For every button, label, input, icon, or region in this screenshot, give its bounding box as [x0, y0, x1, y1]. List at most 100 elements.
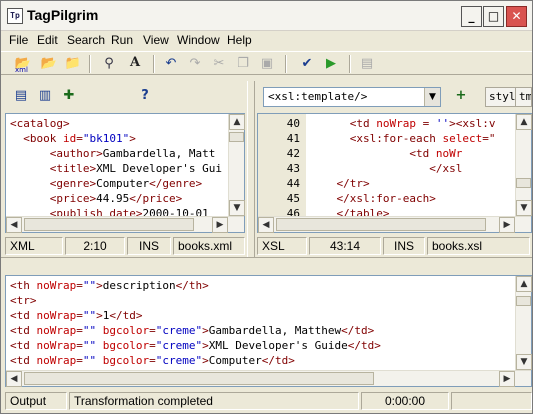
undo-icon[interactable]: ↶ — [161, 55, 181, 73]
code-line[interactable]: <catalog> — [10, 116, 228, 131]
xsl-horizontal-scrollbar[interactable]: ◀ ▶ — [258, 216, 531, 233]
code-line[interactable]: <publish_date>2000-10-01 — [10, 206, 228, 216]
menu-help[interactable]: Help — [227, 33, 252, 47]
code-line[interactable]: <td noWrap="" bgcolor="creme">Gambardell… — [10, 323, 510, 338]
scroll-left-icon[interactable]: ◀ — [258, 217, 274, 233]
copy-icon[interactable]: ❐ — [233, 55, 253, 73]
code-line[interactable]: <th noWrap="">description</th> — [10, 278, 510, 293]
code-token: noWrap — [36, 354, 77, 367]
menu-run[interactable]: Run — [111, 33, 133, 47]
output-vertical-scrollbar[interactable]: ▲ ▼ — [515, 276, 532, 370]
code-line[interactable]: <td noWrap="">1</td> — [10, 308, 510, 323]
scroll-right-icon[interactable]: ▶ — [212, 217, 228, 233]
code-line[interactable]: <author>Gambardella, Matt — [10, 146, 228, 161]
scroll-down-icon[interactable]: ▼ — [516, 200, 532, 216]
code-line[interactable]: <genre>Computer</genre> — [10, 176, 228, 191]
code-line[interactable]: <price>44.95</price> — [10, 191, 228, 206]
paste-icon[interactable]: ▣ — [257, 55, 277, 73]
title-bar[interactable]: Tp TagPilgrim _ □ ✕ — [1, 1, 532, 31]
run-icon[interactable]: ▶ — [321, 55, 341, 73]
code-line[interactable]: </table> — [310, 206, 508, 216]
redo-icon[interactable]: ↷ — [185, 55, 205, 73]
code-token: =" — [482, 132, 496, 145]
scroll-thumb[interactable] — [24, 218, 194, 231]
horizontal-splitter[interactable] — [1, 257, 532, 269]
template-button[interactable]: tm — [515, 87, 532, 107]
code-line[interactable]: <tr> — [10, 293, 510, 308]
cut-icon[interactable]: ✂ — [209, 55, 229, 73]
code-line[interactable]: <book id="bk101"> — [10, 131, 228, 146]
chevron-down-icon[interactable]: ▼ — [424, 88, 440, 106]
code-token: <td — [10, 309, 37, 322]
document-icon[interactable]: ▤ — [357, 55, 377, 73]
code-line[interactable]: <td noWrap = ''><xsl:v — [310, 116, 508, 131]
scroll-up-icon[interactable]: ▲ — [229, 114, 245, 130]
menu-search[interactable]: Search — [67, 33, 105, 47]
xsl-editor[interactable]: 40 41 42 43 44 45 46 <td noWrap = ''><xsl:v <x… — [257, 113, 532, 233]
scroll-down-icon[interactable]: ▼ — [516, 354, 532, 370]
template-select[interactable]: <xsl:template/> ▼ — [263, 87, 441, 107]
code-token: noWr — [435, 147, 463, 160]
vertical-splitter[interactable] — [247, 81, 255, 257]
status-message: Transformation completed — [69, 392, 359, 410]
code-line[interactable]: <xsl:for-each select=" — [310, 131, 508, 146]
menu-window[interactable]: Window — [177, 33, 220, 47]
output-code[interactable]: <th noWrap="">description</th> <tr> <td no… — [10, 278, 510, 370]
document-icon[interactable]: ▤ — [11, 87, 31, 105]
scroll-thumb[interactable] — [516, 178, 531, 188]
scroll-thumb[interactable] — [229, 132, 244, 142]
code-line[interactable]: <td noWr — [310, 146, 508, 161]
close-button[interactable]: ✕ — [506, 6, 527, 27]
scroll-left-icon[interactable]: ◀ — [6, 371, 22, 387]
xsl-code[interactable]: <td noWrap = ''><xsl:v <xsl:for-each sel… — [310, 116, 508, 216]
output-pane[interactable]: <th noWrap="">description</th> <tr> <td no… — [5, 275, 532, 387]
code-line[interactable]: <td noWrap="" bgcolor="creme">Computer</… — [10, 353, 510, 368]
xml-vertical-scrollbar[interactable]: ▲ ▼ — [228, 114, 245, 216]
font-icon[interactable]: A — [125, 55, 145, 73]
minimize-button[interactable]: _ — [461, 6, 482, 27]
check-icon[interactable]: ✔ — [297, 55, 317, 73]
menu-view[interactable]: View — [143, 33, 169, 47]
xml-horizontal-scrollbar[interactable]: ◀ ▶ — [6, 216, 244, 233]
xml-editor[interactable]: <catalog> <book id="bk101"> <author>Gamb… — [5, 113, 245, 233]
code-token: = — [416, 117, 436, 130]
code-token: bgcolor — [102, 324, 150, 337]
code-token: = — [76, 132, 83, 145]
scroll-up-icon[interactable]: ▲ — [516, 276, 532, 292]
code-token: </td> — [109, 309, 143, 322]
code-token: = — [76, 339, 83, 352]
scroll-thumb[interactable] — [516, 296, 531, 306]
scroll-right-icon[interactable]: ▶ — [499, 371, 515, 387]
code-line[interactable]: </xsl — [310, 161, 508, 176]
find-icon[interactable]: ⚲ — [99, 55, 119, 73]
code-token: <book — [23, 132, 63, 145]
maximize-button[interactable]: □ — [483, 6, 504, 27]
code-line[interactable]: <td noWrap="" bgcolor="creme">XML Develo… — [10, 338, 510, 353]
scroll-thumb[interactable] — [24, 372, 374, 385]
open-icon[interactable]: 📂 — [39, 55, 59, 73]
plus-icon[interactable]: ✚ — [59, 87, 79, 105]
xml-code[interactable]: <catalog> <book id="bk101"> <author>Gamb… — [10, 116, 228, 216]
code-token: 2000-10-01 — [142, 207, 209, 216]
menu-file[interactable]: File — [9, 33, 28, 47]
status-extra — [451, 392, 532, 410]
code-token: Gambardella, Matthew — [208, 324, 342, 337]
menu-edit[interactable]: Edit — [37, 33, 58, 47]
code-line[interactable]: </xsl:for-each> — [310, 191, 508, 206]
plus-icon[interactable]: + — [451, 87, 471, 105]
open-folder-icon[interactable]: 📁 — [63, 55, 83, 73]
code-line[interactable]: </tr> — [310, 176, 508, 191]
scroll-right-icon[interactable]: ▶ — [499, 217, 515, 233]
scroll-thumb[interactable] — [276, 218, 486, 231]
help-icon[interactable]: ? — [135, 87, 155, 105]
scroll-down-icon[interactable]: ▼ — [229, 200, 245, 216]
code-token: <td — [10, 339, 37, 352]
new-xml-icon[interactable]: 📂 xml — [13, 55, 33, 74]
scroll-left-icon[interactable]: ◀ — [6, 217, 22, 233]
code-line[interactable]: <title>XML Developer's Gui — [10, 161, 228, 176]
xsl-vertical-scrollbar[interactable]: ▲ ▼ — [515, 114, 532, 216]
scroll-up-icon[interactable]: ▲ — [516, 114, 532, 130]
output-horizontal-scrollbar[interactable]: ◀ ▶ — [6, 370, 531, 387]
document-list-icon[interactable]: ▥ — [35, 87, 55, 105]
